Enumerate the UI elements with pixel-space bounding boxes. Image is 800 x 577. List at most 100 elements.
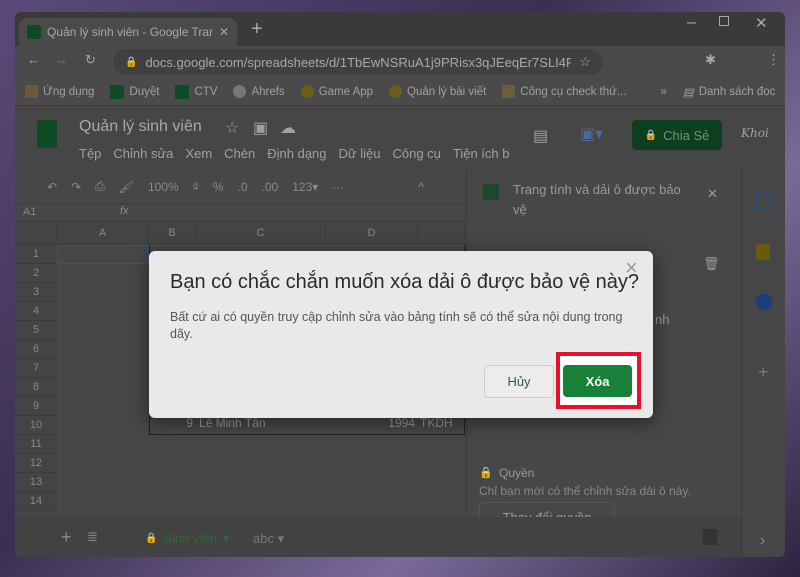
permissions-title: Quyền: [499, 466, 535, 480]
address-bar-row: ← → ↻ 🔒 docs.google.com/spreadsheets/d/1…: [15, 46, 785, 78]
expand-icon[interactable]: ›: [760, 532, 765, 550]
name-box[interactable]: A1: [23, 206, 36, 218]
more-button[interactable]: ···: [332, 180, 344, 194]
delete-button[interactable]: Xóa: [563, 365, 632, 397]
sheet-tab-sinh-vien[interactable]: 🔒 Sinh viên ▾: [135, 525, 250, 551]
column-header-a[interactable]: A: [57, 222, 149, 245]
cell-d10[interactable]: 1994: [326, 416, 415, 430]
menu-addons[interactable]: Tiện ích b: [453, 146, 510, 161]
redo-icon[interactable]: ↷: [71, 180, 81, 194]
row-header[interactable]: 13: [15, 473, 57, 492]
reload-icon[interactable]: ↻: [85, 52, 96, 68]
cloud-status-icon[interactable]: ☁: [280, 118, 296, 138]
collapse-icon[interactable]: ^: [418, 180, 424, 194]
menu-icon[interactable]: ⋮: [767, 52, 780, 68]
row-header[interactable]: 1: [15, 245, 57, 264]
cell-b10[interactable]: 9: [149, 416, 193, 430]
share-button[interactable]: 🔒 Chia Sẻ: [632, 120, 722, 150]
cell-e10[interactable]: TKDH: [420, 416, 453, 430]
comments-icon[interactable]: ▤: [533, 126, 548, 146]
row-header[interactable]: 4: [15, 302, 57, 321]
bookmark-duyet[interactable]: Duyệt: [110, 84, 159, 99]
print-icon[interactable]: ⎙: [95, 179, 105, 194]
maximize-icon[interactable]: [719, 16, 729, 26]
close-dialog-icon[interactable]: ×: [625, 255, 638, 281]
all-sheets-icon[interactable]: ≣: [87, 529, 98, 545]
increase-decimal-button[interactable]: .00: [262, 180, 279, 194]
keep-icon[interactable]: [756, 244, 770, 260]
zoom-select[interactable]: 100%: [148, 180, 179, 194]
menu-format[interactable]: Định dạng: [267, 146, 326, 161]
close-tab-icon[interactable]: ✕: [219, 25, 229, 39]
star-icon[interactable]: ☆: [579, 54, 591, 70]
row-header[interactable]: 14: [15, 492, 57, 511]
row-header[interactable]: 6: [15, 340, 57, 359]
menu-tools[interactable]: Công cụ: [392, 146, 440, 161]
column-header-d[interactable]: D: [326, 222, 418, 245]
percent-button[interactable]: %: [213, 180, 224, 194]
bookmark-quan-ly[interactable]: Quản lý bài viết: [389, 85, 486, 98]
account-avatar[interactable]: Khoi: [741, 126, 769, 140]
close-panel-icon[interactable]: ✕: [707, 186, 718, 202]
row-header[interactable]: 3: [15, 283, 57, 302]
bookmark-cong-cu[interactable]: Công cụ check thứ...: [502, 85, 626, 98]
column-header-b[interactable]: B: [149, 222, 196, 245]
bookmark-ctv[interactable]: CTV: [175, 84, 217, 99]
cell-c10[interactable]: Lê Minh Tân: [199, 416, 266, 430]
bookmark-ahrefs[interactable]: Ahrefs: [233, 85, 285, 98]
runner-icon: [300, 85, 314, 98]
bookmark-game-app[interactable]: Game App: [300, 85, 373, 98]
decrease-decimal-button[interactable]: .0: [238, 180, 248, 194]
row-header[interactable]: 8: [15, 378, 57, 397]
row-header[interactable]: 7: [15, 359, 57, 378]
explore-icon[interactable]: [703, 529, 717, 545]
row-header[interactable]: 2: [15, 264, 57, 283]
add-sheet-icon[interactable]: +: [61, 527, 72, 548]
sheets-logo-icon[interactable]: [37, 120, 57, 148]
row-header[interactable]: 9: [15, 397, 57, 416]
menu-edit[interactable]: Chỉnh sửa: [113, 146, 173, 161]
menu-view[interactable]: Xem: [185, 146, 212, 161]
calendar-icon[interactable]: [756, 194, 772, 210]
formula-bar: A1 fx: [15, 204, 465, 222]
paint-format-icon[interactable]: 🖌: [119, 180, 134, 194]
sheets-icon: [175, 84, 190, 99]
browser-tab[interactable]: Quản lý sinh viên - Google Trang ✕: [19, 18, 237, 46]
row-header[interactable]: 12: [15, 454, 57, 473]
selected-cell-a1[interactable]: [57, 245, 149, 264]
menu-insert[interactable]: Chèn: [224, 146, 255, 161]
url-input[interactable]: 🔒 docs.google.com/spreadsheets/d/1TbEwNS…: [113, 49, 603, 75]
add-addon-icon[interactable]: +: [758, 362, 769, 383]
number-format-button[interactable]: 123▾: [292, 180, 318, 194]
present-button[interactable]: ▣▾: [580, 124, 618, 148]
row-header[interactable]: 10: [15, 416, 57, 435]
minimize-icon[interactable]: –: [687, 14, 696, 32]
permissions-text: Chỉ bạn mới có thể chỉnh sửa dải ô này.: [479, 484, 691, 498]
row-header[interactable]: 11: [15, 435, 57, 454]
more-bookmarks[interactable]: »: [660, 86, 666, 98]
reading-list[interactable]: ▤ Danh sách đọc: [683, 85, 776, 99]
back-icon[interactable]: ←: [27, 52, 40, 67]
cancel-button[interactable]: Hủy: [484, 365, 554, 398]
forward-icon[interactable]: →: [55, 52, 68, 67]
row-header[interactable]: 5: [15, 321, 57, 340]
close-window-icon[interactable]: ✕: [755, 14, 768, 32]
menu-data[interactable]: Dữ liệu: [339, 146, 381, 161]
move-folder-icon[interactable]: ▣: [253, 118, 268, 138]
apps-grid-icon: [25, 85, 38, 98]
tasks-icon[interactable]: [756, 294, 772, 310]
star-icon[interactable]: ☆: [225, 118, 239, 138]
trash-icon[interactable]: 🗑: [703, 256, 720, 272]
extensions-icon[interactable]: ✱: [705, 52, 716, 68]
sheet-tabs-bar: + ≣ 🔒 Sinh viên ▾ abc ▾: [15, 517, 741, 557]
currency-button[interactable]: ₫: [193, 180, 199, 194]
sheet-tab-abc[interactable]: abc ▾: [253, 531, 284, 547]
menu-file[interactable]: Tệp: [79, 146, 101, 161]
doc-title[interactable]: Quản lý sinh viên: [79, 118, 202, 136]
column-header-c[interactable]: C: [196, 222, 326, 245]
undo-icon[interactable]: ↶: [47, 180, 57, 194]
table-icon: [483, 184, 499, 200]
new-tab-icon[interactable]: +: [251, 18, 263, 41]
lock-icon: 🔒: [125, 56, 138, 68]
bookmark-apps[interactable]: Ứng dụng: [25, 85, 94, 98]
